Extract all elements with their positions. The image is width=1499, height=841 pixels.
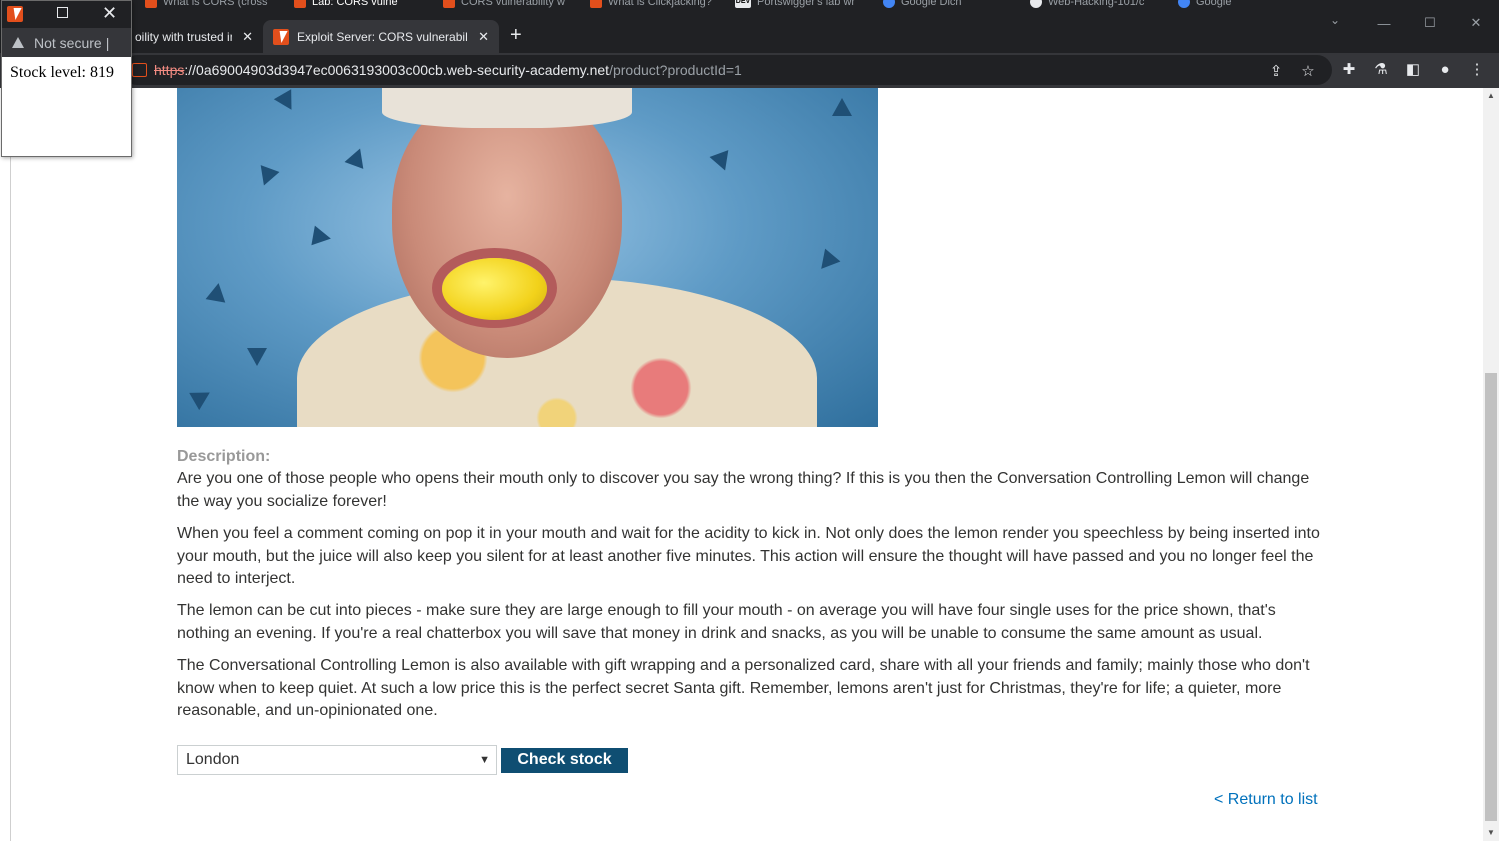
share-icon[interactable]: ⇪ bbox=[1267, 63, 1285, 81]
description-paragraph: The lemon can be cut into pieces - make … bbox=[177, 602, 1276, 642]
window-controls: — ☐ ✕ bbox=[1361, 9, 1499, 37]
popup-address-bar[interactable]: Not secure | bbox=[2, 28, 131, 57]
scroll-up-icon[interactable]: ▲ bbox=[1487, 91, 1495, 100]
background-tab[interactable]: What is Clickjacking? bbox=[590, 0, 730, 9]
background-tab-strip: What is CORS (cross Lab: CORS vulne CORS… bbox=[0, 0, 1499, 9]
url-scheme: https bbox=[154, 62, 185, 78]
security-status: Not secure bbox=[34, 34, 102, 51]
scroll-down-icon[interactable]: ▼ bbox=[1487, 828, 1495, 837]
scrollbar[interactable]: ▲ ▼ bbox=[1483, 88, 1499, 841]
burp-icon bbox=[273, 28, 289, 45]
chevron-down-icon: ▼ bbox=[479, 754, 490, 766]
background-tab[interactable]: What is CORS (cross bbox=[145, 0, 285, 9]
bookmark-star-icon[interactable]: ☆ bbox=[1299, 63, 1317, 81]
product-image bbox=[177, 88, 878, 427]
close-window-icon[interactable]: ✕ bbox=[1453, 9, 1499, 37]
url-text[interactable]: https://0a69004903d3947ec0063193003c00cb… bbox=[154, 62, 742, 78]
tab-label: What is Clickjacking? bbox=[608, 0, 712, 8]
burp-icon bbox=[590, 0, 602, 8]
close-tab-icon[interactable]: ✕ bbox=[242, 29, 253, 45]
profile-icon[interactable]: ● bbox=[1436, 61, 1454, 79]
tab-label: Lab: CORS vulne bbox=[312, 0, 398, 8]
store-select[interactable]: London ▼ bbox=[177, 745, 497, 775]
close-icon[interactable]: ✕ bbox=[102, 3, 117, 24]
scroll-thumb[interactable] bbox=[1485, 373, 1497, 821]
tab-label: Google Dich bbox=[901, 0, 962, 8]
tab-label: Web-Hacking-101/c bbox=[1048, 0, 1145, 8]
product-description: Description: Are you one of those people… bbox=[177, 446, 1322, 732]
url-path: /product?productId=1 bbox=[609, 62, 742, 78]
labs-flask-icon[interactable]: ⚗ bbox=[1372, 61, 1390, 79]
github-icon bbox=[1030, 0, 1042, 8]
tab-bar: oility with trusted in ✕ Exploit Server:… bbox=[0, 9, 1499, 53]
background-tab[interactable]: Google bbox=[1178, 0, 1318, 9]
maximize-icon[interactable] bbox=[57, 7, 68, 18]
background-tab[interactable]: Google Dich bbox=[883, 0, 1023, 9]
description-paragraph: The Conversational Controlling Lemon is … bbox=[177, 657, 1310, 720]
divider: | bbox=[105, 34, 110, 51]
background-tab[interactable]: Web-Hacking-101/c bbox=[1030, 0, 1170, 9]
stock-level-text: Stock level: 819 bbox=[10, 64, 114, 81]
tab-search-icon[interactable]: ⌄ bbox=[1330, 13, 1340, 27]
toolbar: https://0a69004903d3947ec0063193003c00cb… bbox=[0, 53, 1499, 88]
burp-icon bbox=[7, 6, 23, 22]
description-heading: Description: bbox=[177, 448, 271, 465]
dev-icon: DEV bbox=[735, 0, 751, 8]
side-panel-icon[interactable]: ◧ bbox=[1404, 61, 1422, 79]
menu-kebab-icon[interactable]: ⋮ bbox=[1468, 61, 1486, 79]
background-tab[interactable]: CORS vulnerability w bbox=[443, 0, 583, 9]
new-tab-icon[interactable]: + bbox=[510, 25, 522, 45]
burp-icon bbox=[443, 0, 455, 8]
extensions-icon[interactable]: ✚ bbox=[1340, 61, 1358, 79]
page-border bbox=[10, 88, 11, 841]
minimize-icon[interactable]: — bbox=[1361, 9, 1407, 37]
background-tab[interactable]: Lab: CORS vulne bbox=[294, 0, 434, 9]
address-bar[interactable]: https://0a69004903d3947ec0063193003c00cb… bbox=[122, 55, 1332, 85]
tab-label: CORS vulnerability w bbox=[461, 0, 565, 8]
burp-icon bbox=[145, 0, 157, 8]
tab-label: Exploit Server: CORS vulnerability bbox=[297, 29, 469, 44]
popup-titlebar: ✕ bbox=[2, 1, 131, 28]
google-translate-icon bbox=[883, 0, 895, 8]
site-info-icon[interactable] bbox=[132, 63, 147, 77]
background-tab[interactable]: DEV Portswigger's lab wr bbox=[735, 0, 875, 9]
tab-label: Google bbox=[1196, 0, 1232, 8]
return-to-list-link[interactable]: < Return to list bbox=[1214, 791, 1318, 809]
burp-icon bbox=[294, 0, 306, 8]
tab-label: Portswigger's lab wr bbox=[757, 0, 856, 8]
tab-label: oility with trusted in bbox=[135, 29, 233, 44]
tab-label: What is CORS (cross bbox=[163, 0, 268, 8]
tab-lab[interactable]: oility with trusted in ✕ bbox=[125, 20, 263, 53]
google-icon bbox=[1178, 0, 1190, 8]
popup-window: ✕ Not secure | Stock level: 819 bbox=[1, 0, 132, 157]
store-select-value: London bbox=[186, 751, 240, 768]
maximize-icon[interactable]: ☐ bbox=[1407, 9, 1453, 37]
close-tab-icon[interactable]: ✕ bbox=[478, 29, 489, 45]
tab-exploit-server[interactable]: Exploit Server: CORS vulnerability ✕ bbox=[263, 20, 499, 53]
description-paragraph: Are you one of those people who opens th… bbox=[177, 470, 1310, 510]
stock-check-form: London ▼ Check stock bbox=[177, 745, 628, 775]
check-stock-button[interactable]: Check stock bbox=[501, 747, 628, 773]
warning-icon bbox=[12, 37, 24, 48]
page-viewport: Description: Are you one of those people… bbox=[0, 88, 1499, 841]
url-host: ://0a69004903d3947ec0063193003c00cb.web-… bbox=[184, 62, 610, 78]
description-paragraph: When you feel a comment coming on pop it… bbox=[177, 525, 1320, 588]
